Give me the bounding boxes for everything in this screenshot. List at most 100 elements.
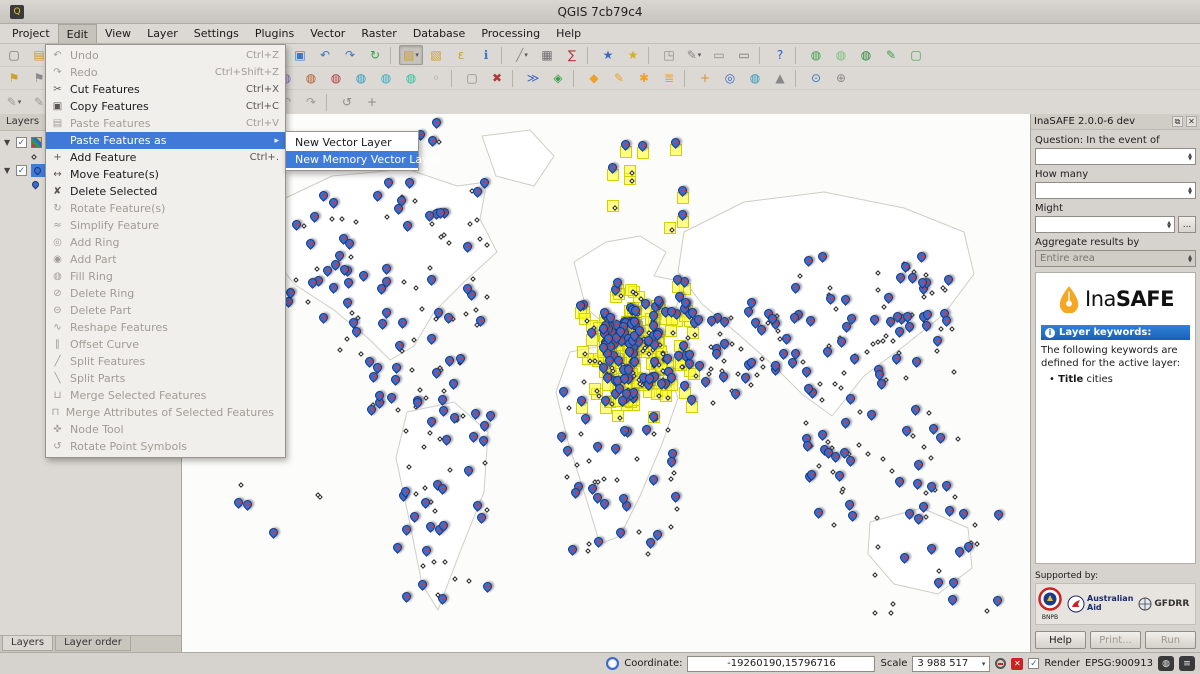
stop-render-icon[interactable]: ✕ bbox=[1011, 658, 1023, 670]
edit-menu-item-add-ring[interactable]: ◎Add Ring bbox=[46, 234, 285, 251]
new-project-button[interactable]: ▢ bbox=[2, 45, 26, 65]
help-contents-button[interactable]: ? bbox=[768, 45, 792, 65]
inasafe-keywords-button[interactable]: ✎ bbox=[607, 68, 631, 88]
edit-menu-item-merge-attributes-of-selected-features[interactable]: ⊓Merge Attributes of Selected Features bbox=[46, 404, 285, 421]
zoom-last-button[interactable]: ↶ bbox=[313, 45, 337, 65]
dock-float-button[interactable]: ⧉ bbox=[1172, 116, 1183, 127]
dock-close-button[interactable]: ✕ bbox=[1186, 116, 1197, 127]
current-edits-button[interactable]: ✎▾ bbox=[2, 92, 26, 112]
edit-menu-item-merge-selected-features[interactable]: ⊔Merge Selected Features bbox=[46, 387, 285, 404]
menu-edit[interactable]: Edit bbox=[58, 24, 97, 43]
menu-plugins[interactable]: Plugins bbox=[247, 24, 302, 43]
attribute-table-button[interactable]: ▦ bbox=[535, 45, 559, 65]
inasafe-options-button[interactable]: ✱ bbox=[632, 68, 656, 88]
menu-settings[interactable]: Settings bbox=[186, 24, 247, 43]
edit-menu-item-paste-features-as[interactable]: Paste Features as▸ bbox=[46, 132, 285, 149]
tab-layer-order[interactable]: Layer order bbox=[55, 636, 131, 651]
scale-field[interactable]: 3 988 517 ▾ bbox=[912, 656, 990, 672]
deselect-features-button[interactable]: ▧ bbox=[424, 45, 448, 65]
edit-menu-item-reshape-features[interactable]: ∿Reshape Features bbox=[46, 319, 285, 336]
edit-menu-item-delete-part[interactable]: ⊖Delete Part bbox=[46, 302, 285, 319]
label-pin-button[interactable]: ⚑ bbox=[2, 68, 26, 88]
add-wms-layer-button[interactable]: ◍ bbox=[349, 68, 373, 88]
menu-raster[interactable]: Raster bbox=[353, 24, 404, 43]
expander-icon[interactable]: ▼ bbox=[4, 166, 12, 175]
edit-menu-item-redo[interactable]: ↷RedoCtrl+Shift+Z bbox=[46, 64, 285, 81]
identify-features-button[interactable]: ℹ bbox=[474, 45, 498, 65]
edit-menu-item-move-feature-s[interactable]: ↔Move Feature(s) bbox=[46, 166, 285, 183]
remove-layer-button[interactable]: ✖ bbox=[485, 68, 509, 88]
edit-menu-item-split-features[interactable]: ╱Split Features bbox=[46, 353, 285, 370]
add-mssql-layer-button[interactable]: ◍ bbox=[299, 68, 323, 88]
submenu-item-new-memory-vector-layer[interactable]: New Memory Vector Layer bbox=[286, 151, 418, 168]
edit-menu-item-add-part[interactable]: ◉Add Part bbox=[46, 251, 285, 268]
crs-status-button[interactable]: ◍ bbox=[1158, 656, 1174, 671]
python-console-button[interactable]: ≫ bbox=[521, 68, 545, 88]
edit-menu-item-node-tool[interactable]: ✜Node Tool bbox=[46, 421, 285, 438]
select-features-button[interactable]: ▨▾ bbox=[399, 45, 423, 65]
edit-menu-item-delete-selected[interactable]: ✘Delete Selected bbox=[46, 183, 285, 200]
menu-view[interactable]: View bbox=[97, 24, 139, 43]
add-delimited-text-button[interactable]: ◦ bbox=[424, 68, 448, 88]
layer-checkbox[interactable]: ✓ bbox=[16, 137, 27, 148]
tracking-icon[interactable] bbox=[606, 657, 619, 670]
bookmarks-button[interactable]: ★ bbox=[596, 45, 620, 65]
edit-menu-item-simplify-feature[interactable]: ≈Simplify Feature bbox=[46, 217, 285, 234]
add-wfs-layer-button[interactable]: ◍ bbox=[399, 68, 423, 88]
map-tips-button[interactable]: ◳ bbox=[657, 45, 681, 65]
coordinate-field[interactable]: -19260190,15796716 bbox=[687, 656, 875, 672]
grass-region-button[interactable]: ▢ bbox=[904, 45, 928, 65]
tab-layers[interactable]: Layers bbox=[2, 636, 53, 651]
help-button[interactable]: Help bbox=[1035, 631, 1086, 649]
grass-new-mapset-button[interactable]: ◍ bbox=[829, 45, 853, 65]
add-wcs-layer-button[interactable]: ◍ bbox=[374, 68, 398, 88]
run-button[interactable]: Run bbox=[1145, 631, 1196, 649]
composer-manager-button[interactable]: ▭ bbox=[732, 45, 756, 65]
rotate-point-symbols-button[interactable]: ↺ bbox=[335, 92, 359, 112]
edit-menu-item-cut-features[interactable]: ✂Cut FeaturesCtrl+X bbox=[46, 81, 285, 98]
terrain-3d-button[interactable]: ▲ bbox=[768, 68, 792, 88]
edit-menu-item-delete-ring[interactable]: ⊘Delete Ring bbox=[46, 285, 285, 302]
edit-menu-item-undo[interactable]: ↶UndoCtrl+Z bbox=[46, 47, 285, 64]
edit-menu-item-add-feature[interactable]: +Add FeatureCtrl+. bbox=[46, 149, 285, 166]
field-calculator-button[interactable]: ∑ bbox=[560, 45, 584, 65]
inasafe-batch-button[interactable]: ≣ bbox=[657, 68, 681, 88]
edit-menu-item-paste-features[interactable]: ▤Paste FeaturesCtrl+V bbox=[46, 115, 285, 132]
refresh-map-button[interactable]: ↻ bbox=[363, 45, 387, 65]
redo-edit-button[interactable]: ↷ bbox=[299, 92, 323, 112]
new-bookmark-button[interactable]: ★ bbox=[621, 45, 645, 65]
compass-button[interactable]: + bbox=[693, 68, 717, 88]
grass-tools-button[interactable]: ◍ bbox=[854, 45, 878, 65]
menu-help[interactable]: Help bbox=[548, 24, 589, 43]
zoom-next-button[interactable]: ↷ bbox=[338, 45, 362, 65]
menu-processing[interactable]: Processing bbox=[473, 24, 548, 43]
grass-open-mapset-button[interactable]: ◍ bbox=[804, 45, 828, 65]
offset-point-symbols-button[interactable]: + bbox=[360, 92, 384, 112]
hazard-combo[interactable]: ▲▼ bbox=[1035, 148, 1196, 165]
new-composer-button[interactable]: ▭ bbox=[707, 45, 731, 65]
function-combo[interactable]: ▲▼ bbox=[1035, 216, 1175, 233]
annotation-button[interactable]: ✎▾ bbox=[682, 45, 706, 65]
select-by-expression-button[interactable]: ε bbox=[449, 45, 473, 65]
plugin-manager-button[interactable]: ◈ bbox=[546, 68, 570, 88]
zoom-to-layer-button[interactable]: ▣ bbox=[288, 45, 312, 65]
edit-menu-item-rotate-feature-s[interactable]: ↻Rotate Feature(s) bbox=[46, 200, 285, 217]
print-button[interactable]: Print... bbox=[1090, 631, 1141, 649]
edit-menu-item-rotate-point-symbols[interactable]: ↺Rotate Point Symbols bbox=[46, 438, 285, 455]
scale-dropdown-icon[interactable]: ▾ bbox=[982, 660, 986, 668]
magnifier-button[interactable]: ⊕ bbox=[829, 68, 853, 88]
menu-vector[interactable]: Vector bbox=[302, 24, 353, 43]
edit-menu-item-fill-ring[interactable]: ◍Fill Ring bbox=[46, 268, 285, 285]
zoom-next-alt-button[interactable]: ⊙ bbox=[804, 68, 828, 88]
edit-menu-item-split-parts[interactable]: ╲Split Parts bbox=[46, 370, 285, 387]
inasafe-dock-button[interactable]: ◆ bbox=[582, 68, 606, 88]
render-checkbox[interactable]: ✓ bbox=[1028, 658, 1039, 669]
aggregate-combo[interactable]: Entire area ▲▼ bbox=[1035, 250, 1196, 267]
exposure-combo[interactable]: ▲▼ bbox=[1035, 182, 1196, 199]
edit-menu-item-offset-curve[interactable]: ∥Offset Curve bbox=[46, 336, 285, 353]
measure-button[interactable]: ╱▾ bbox=[510, 45, 534, 65]
layer-checkbox[interactable]: ✓ bbox=[16, 165, 27, 176]
openlayers-plugin-button[interactable]: ◍ bbox=[743, 68, 767, 88]
map-canvas[interactable] bbox=[182, 114, 1030, 652]
add-oracle-layer-button[interactable]: ◍ bbox=[324, 68, 348, 88]
